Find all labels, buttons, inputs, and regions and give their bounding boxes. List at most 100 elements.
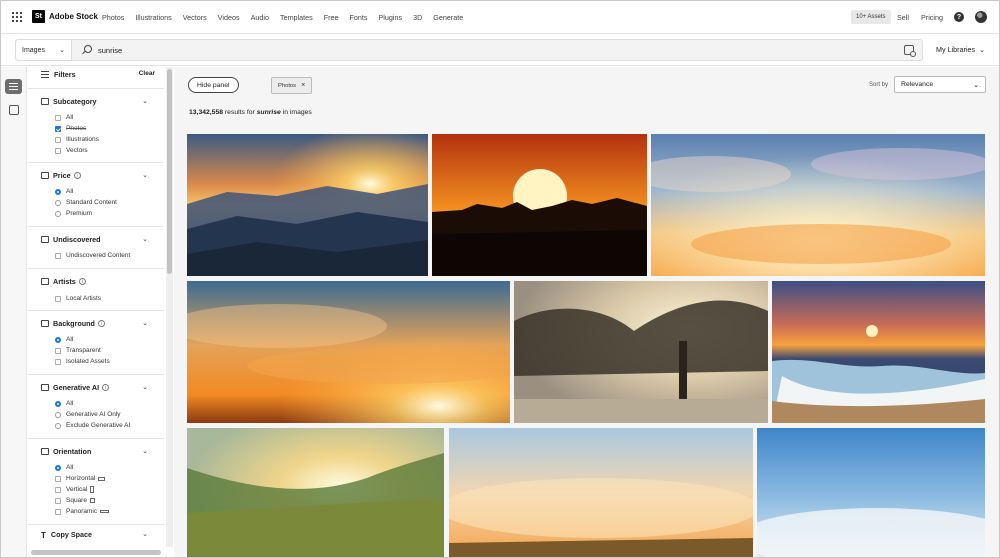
chevron-down-icon[interactable]: ⌄ <box>142 171 148 179</box>
chevron-down-icon[interactable]: ⌄ <box>142 235 148 243</box>
result-image-2[interactable] <box>432 134 647 276</box>
option-all[interactable]: All <box>55 464 73 471</box>
result-image-7[interactable] <box>187 428 444 557</box>
option-premium[interactable]: Premium <box>55 210 92 217</box>
checkbox[interactable] <box>55 358 61 365</box>
option-all[interactable]: All <box>55 400 73 407</box>
search-input[interactable] <box>98 43 798 57</box>
avatar[interactable] <box>975 11 987 23</box>
result-image-5[interactable] <box>514 281 768 423</box>
result-image-4[interactable] <box>187 281 510 423</box>
my-libraries-button[interactable]: My Libraries ⌄ <box>936 45 985 54</box>
checkbox[interactable] <box>55 486 61 493</box>
scrollbar-thumb[interactable] <box>167 69 172 274</box>
section-title[interactable]: Background i <box>41 319 105 328</box>
chevron-down-icon[interactable]: ⌄ <box>142 97 148 105</box>
result-image-6[interactable] <box>772 281 985 423</box>
checkbox[interactable] <box>55 147 61 154</box>
nav-link-3d[interactable]: 3D <box>413 13 422 22</box>
chevron-down-icon[interactable]: ⌄ <box>142 447 148 455</box>
radio-selected[interactable] <box>55 188 61 195</box>
info-icon[interactable]: i <box>78 278 86 285</box>
checkbox-checked[interactable] <box>55 125 61 132</box>
clear-filters-link[interactable]: Clear <box>139 70 155 77</box>
option-all[interactable]: All <box>55 336 73 343</box>
nav-link-templates[interactable]: Templates <box>280 13 313 22</box>
checkbox[interactable] <box>55 475 61 482</box>
info-icon[interactable]: i <box>73 172 81 179</box>
visual-search-icon[interactable] <box>904 45 916 57</box>
radio[interactable] <box>55 422 61 429</box>
hide-panel-button[interactable]: Hide panel <box>188 77 239 93</box>
radio-selected[interactable] <box>55 400 61 407</box>
section-title[interactable]: Artists i <box>41 277 86 286</box>
result-image-8[interactable] <box>449 428 753 557</box>
section-title[interactable]: Orientation <box>41 447 91 456</box>
help-icon[interactable]: ? <box>954 12 964 22</box>
app-switcher-icon[interactable] <box>12 12 22 22</box>
result-image-1[interactable] <box>187 134 428 276</box>
nav-link-audio[interactable]: Audio <box>251 13 269 22</box>
checkbox[interactable] <box>55 347 61 354</box>
option-horizontal[interactable]: Horizontal <box>55 475 106 482</box>
nav-link-plugins[interactable]: Plugins <box>379 13 403 22</box>
section-title[interactable]: Generative AI i <box>41 383 110 392</box>
option-standard-content[interactable]: Standard Content <box>55 199 117 206</box>
nav-link-videos[interactable]: Videos <box>218 13 240 22</box>
checkbox[interactable] <box>55 114 61 121</box>
adobe-stock-logo[interactable]: St Adobe Stock <box>32 10 98 23</box>
option-photos[interactable]: Photos <box>55 125 86 132</box>
nav-link-photos[interactable]: Photos <box>102 13 124 22</box>
nav-link-free[interactable]: Free <box>324 13 339 22</box>
option-exclude-generative-ai[interactable]: Exclude Generative AI <box>55 422 130 429</box>
radio-selected[interactable] <box>55 336 61 343</box>
sell-link[interactable]: Sell <box>897 13 909 22</box>
radio[interactable] <box>55 199 61 206</box>
option-all[interactable]: All <box>55 188 73 195</box>
info-icon[interactable]: i <box>102 384 110 391</box>
horizontal-scrollbar[interactable] <box>31 550 161 555</box>
chevron-down-icon[interactable]: ⌄ <box>142 319 148 327</box>
option-square[interactable]: Square <box>55 497 95 504</box>
active-filter-chip[interactable]: Photos × <box>271 77 313 94</box>
info-icon[interactable]: i <box>97 320 105 327</box>
sort-dropdown[interactable]: Relevance ⌄ <box>894 76 986 93</box>
section-title[interactable]: Undiscovered <box>41 235 101 244</box>
option-illustrations[interactable]: Illustrations <box>55 136 99 143</box>
checkbox[interactable] <box>55 252 61 259</box>
option-generative-ai-only[interactable]: Generative AI Only <box>55 411 121 418</box>
radio[interactable] <box>55 210 61 217</box>
option-panoramic[interactable]: Panoramic <box>55 508 110 515</box>
checkbox[interactable] <box>55 136 61 143</box>
pricing-link[interactable]: Pricing <box>921 13 943 22</box>
option-vertical[interactable]: Vertical <box>55 486 95 493</box>
option-all[interactable]: All <box>55 114 73 121</box>
section-title[interactable]: T Copy Space <box>41 530 92 540</box>
option-local-artists[interactable]: Local Artists <box>55 295 101 302</box>
option-transparent[interactable]: Transparent <box>55 347 101 354</box>
option-vectors[interactable]: Vectors <box>55 147 88 154</box>
nav-link-vectors[interactable]: Vectors <box>183 13 207 22</box>
nav-link-generate[interactable]: Generate <box>433 13 463 22</box>
search-scope-dropdown[interactable]: Images ⌄ <box>16 40 72 60</box>
result-image-3[interactable] <box>651 134 985 276</box>
checkbox[interactable] <box>55 295 61 302</box>
option-undiscovered-content[interactable]: Undiscovered Content <box>55 252 130 259</box>
section-title[interactable]: Price i <box>41 171 81 180</box>
checkbox[interactable] <box>55 508 61 515</box>
saved-search-icon[interactable] <box>9 105 19 115</box>
nav-link-fonts[interactable]: Fonts <box>350 13 368 22</box>
assets-badge[interactable]: 10+ Assets <box>851 10 891 24</box>
checkbox[interactable] <box>55 497 61 504</box>
chevron-down-icon[interactable]: ⌄ <box>142 383 148 391</box>
result-image-9[interactable] <box>757 428 985 557</box>
radio-selected[interactable] <box>55 464 61 471</box>
radio[interactable] <box>55 411 61 418</box>
section-title[interactable]: Subcategory <box>41 97 97 106</box>
filters-toggle-icon[interactable] <box>5 79 22 94</box>
nav-link-illustrations[interactable]: Illustrations <box>135 13 171 22</box>
close-icon[interactable]: × <box>301 82 305 89</box>
chevron-down-icon[interactable]: ⌄ <box>142 530 148 538</box>
filters-scrollbar[interactable] <box>166 67 173 547</box>
option-isolated-assets[interactable]: Isolated Assets <box>55 358 110 365</box>
